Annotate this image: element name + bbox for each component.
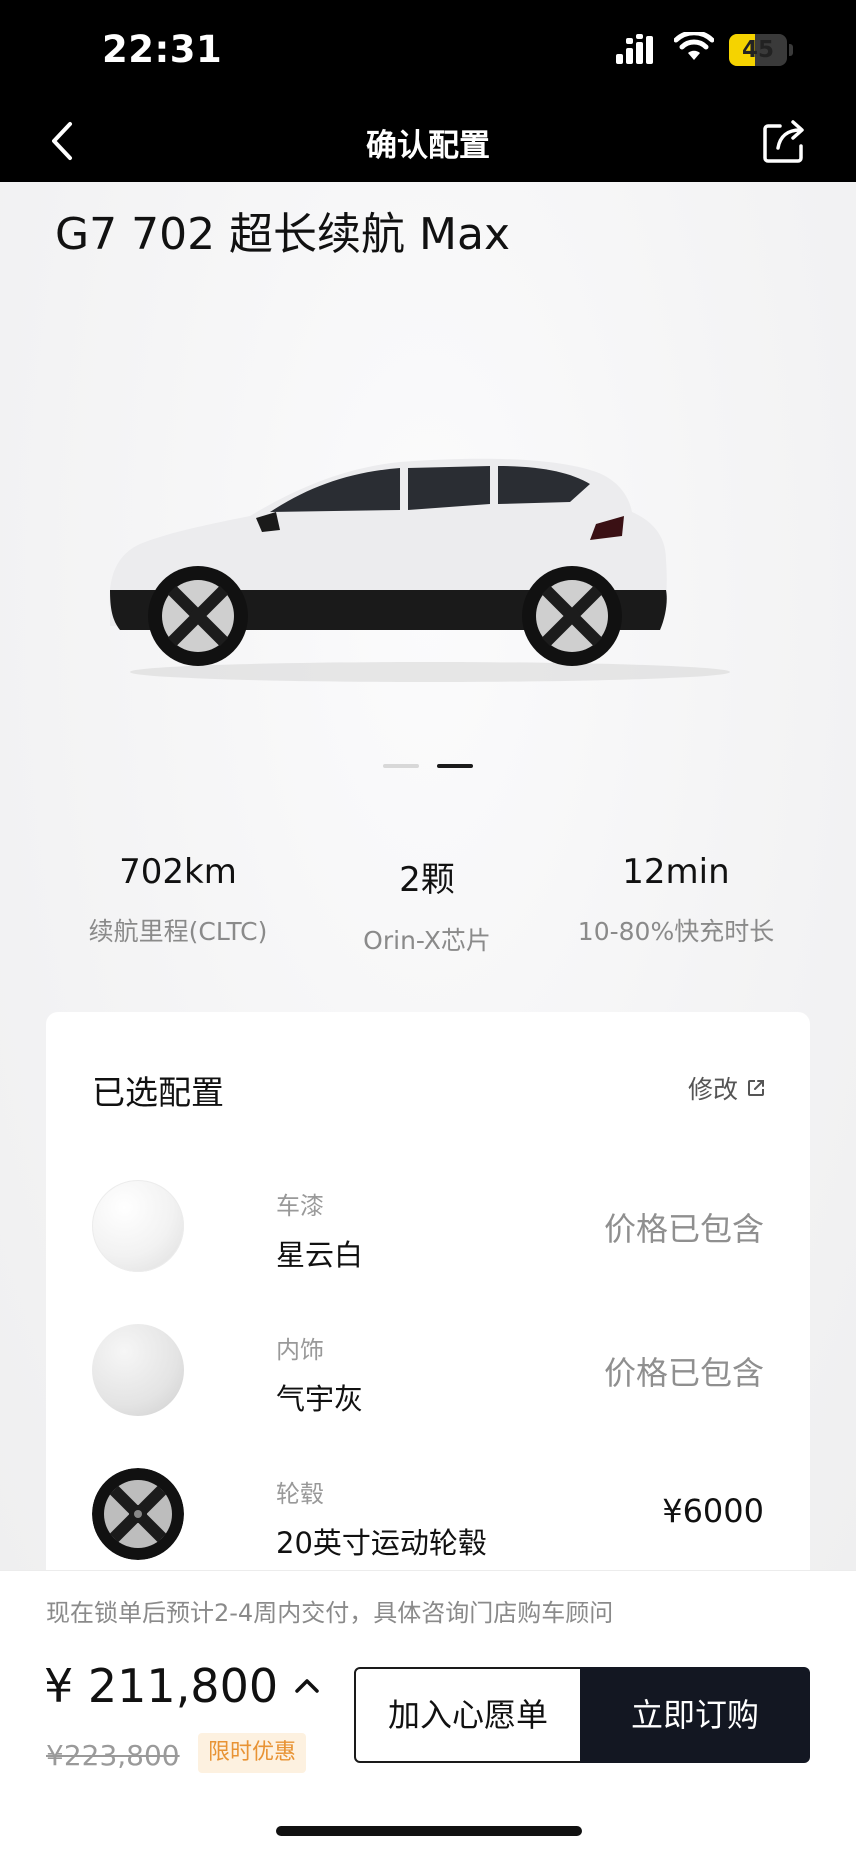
wheel-icon	[92, 1468, 184, 1560]
battery-icon: 45	[729, 34, 793, 66]
option-price: 价格已包含	[603, 1210, 764, 1248]
option-name: 气宇灰	[276, 1382, 364, 1416]
nav-bar: 确认配置	[0, 100, 856, 182]
status-bar: 22:31 45	[0, 0, 856, 100]
spec-charge: 12min 10-80%快充时长	[546, 852, 806, 948]
spec-value: 702km	[119, 852, 237, 892]
option-category: 内饰	[276, 1336, 324, 1364]
option-name: 20英寸运动轮毂	[276, 1526, 487, 1560]
edit-config-button[interactable]: 修改	[688, 1070, 766, 1106]
interior-swatch	[92, 1324, 184, 1416]
option-wheel[interactable]: 轮毂 20英寸运动轮毂 ¥6000	[92, 1468, 764, 1560]
option-price: 价格已包含	[603, 1354, 764, 1392]
option-category: 车漆	[276, 1192, 324, 1220]
spec-range: 702km 续航里程(CLTC)	[48, 852, 308, 948]
carousel-dot-1[interactable]	[383, 764, 419, 768]
carousel-dot-2-active[interactable]	[437, 764, 473, 768]
rear-wheel	[522, 566, 622, 666]
option-interior[interactable]: 内饰 气宇灰 价格已包含	[92, 1324, 764, 1416]
total-price: ¥ 211,800	[44, 1659, 279, 1713]
original-price: ¥223,800	[46, 1739, 180, 1772]
order-bar: 现在锁单后预计2-4周内交付，具体咨询门店购车顾问 ¥ 211,800 ¥223…	[0, 1570, 856, 1852]
option-name: 星云白	[276, 1238, 364, 1272]
spec-value: 12min	[622, 852, 730, 892]
spec-label: 续航里程(CLTC)	[88, 917, 268, 946]
external-link-icon	[748, 1080, 764, 1096]
delivery-notice: 现在锁单后预计2-4周内交付，具体咨询门店购车顾问	[46, 1599, 614, 1627]
spec-label: Orin-X芯片	[363, 926, 491, 955]
add-to-wishlist-button[interactable]: 加入心愿单	[354, 1667, 582, 1763]
order-now-button[interactable]: 立即订购	[580, 1667, 810, 1763]
page-title: 确认配置	[366, 128, 490, 164]
spec-label: 10-80%快充时长	[577, 917, 775, 946]
promo-badge: 限时优惠	[198, 1733, 307, 1773]
price-summary[interactable]: ¥ 211,800	[44, 1659, 320, 1713]
card-title: 已选配置	[92, 1073, 224, 1112]
paint-swatch	[92, 1180, 184, 1272]
home-indicator[interactable]	[276, 1826, 582, 1836]
carousel-indicator[interactable]	[383, 764, 473, 770]
car-image[interactable]	[100, 440, 760, 690]
share-icon[interactable]	[760, 116, 808, 166]
front-wheel	[148, 566, 248, 666]
option-price: ¥6000	[662, 1492, 764, 1530]
chevron-up-icon[interactable]	[294, 1678, 320, 1694]
status-time: 22:31	[102, 28, 223, 71]
spec-chip: 2颗 Orin-X芯片	[297, 852, 557, 957]
cellular-signal-icon	[616, 34, 653, 64]
edit-label: 修改	[687, 1075, 738, 1104]
option-paint[interactable]: 车漆 星云白 价格已包含	[92, 1180, 764, 1272]
model-title: G7 702 超长续航 Max	[55, 209, 510, 260]
option-category: 轮毂	[276, 1480, 324, 1508]
wifi-icon	[674, 32, 714, 60]
battery-percent: 45	[741, 37, 774, 63]
spec-value: 2颗	[399, 860, 455, 900]
